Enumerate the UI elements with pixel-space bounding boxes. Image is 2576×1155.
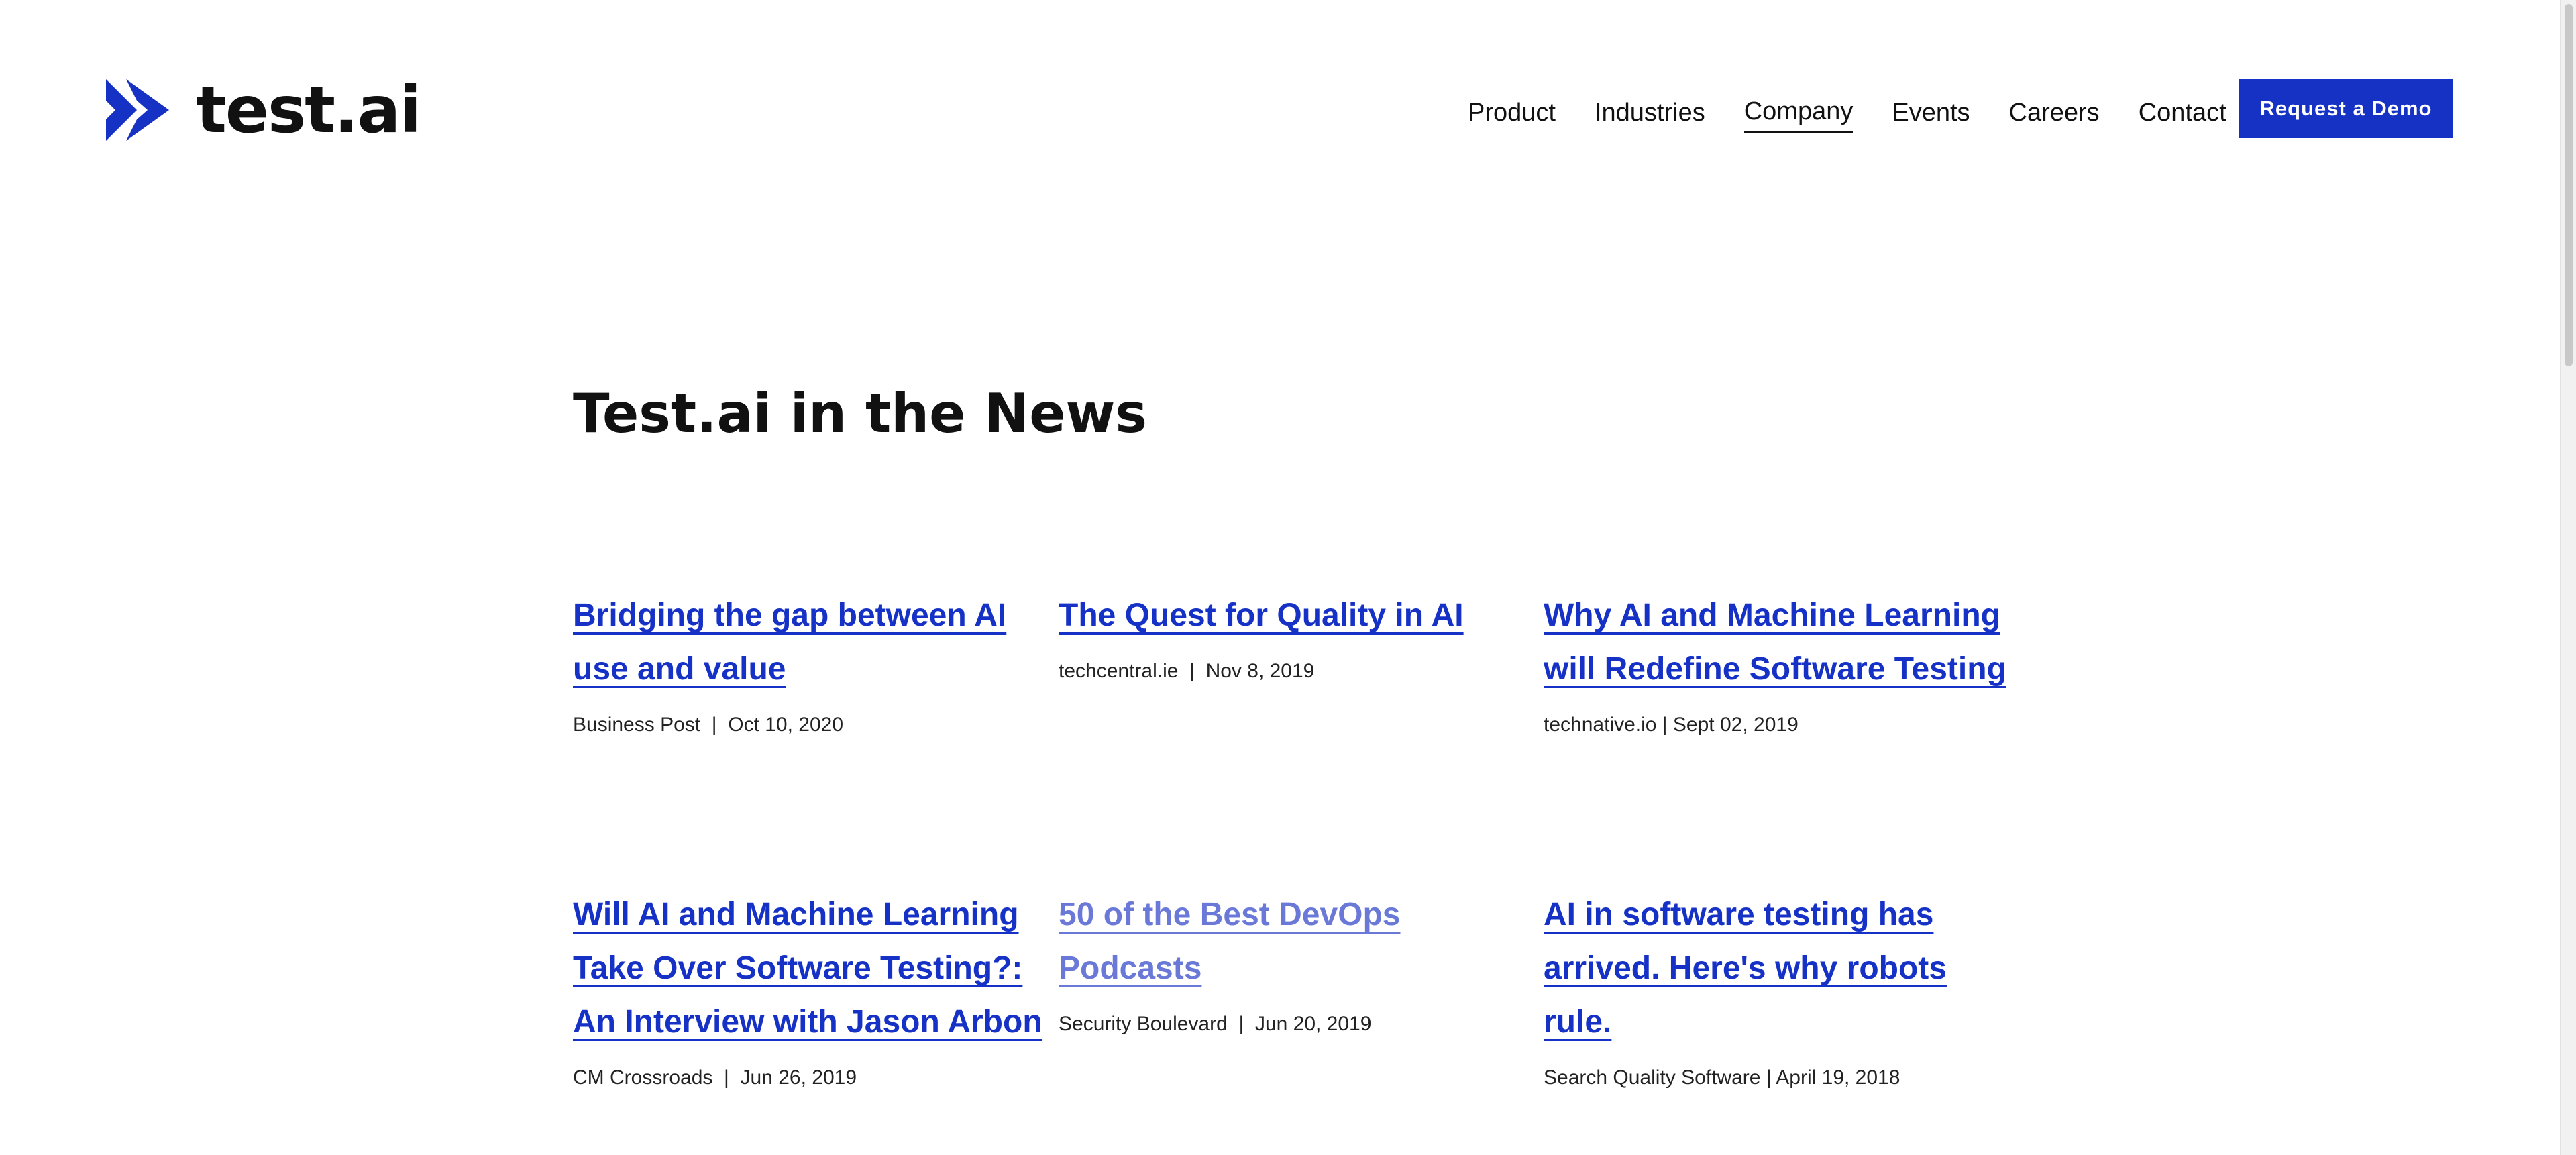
page-title: Test.ai in the News bbox=[573, 382, 1147, 445]
request-demo-button[interactable]: Request a Demo bbox=[2239, 79, 2453, 138]
page: test.ai Product Industries Company Event… bbox=[0, 0, 2560, 1155]
news-article-title: The Quest for Quality in AI bbox=[1059, 598, 1464, 633]
news-article-link[interactable]: Why AI and Machine Learning will Redefin… bbox=[1544, 589, 2013, 696]
news-date: Nov 8, 2019 bbox=[1205, 660, 1315, 682]
news-article-link[interactable]: 50 of the Best DevOps Podcasts bbox=[1059, 888, 1515, 995]
news-date: Jun 26, 2019 bbox=[740, 1066, 857, 1089]
news-date: Jun 20, 2019 bbox=[1254, 1013, 1372, 1035]
news-article-title: Bridging the gap between AI use and valu… bbox=[573, 598, 1007, 687]
news-source: Search Quality Software bbox=[1544, 1066, 1761, 1089]
news-card: Will AI and Machine Learning Take Over S… bbox=[573, 888, 1042, 1089]
news-article-link[interactable]: Will AI and Machine Learning Take Over S… bbox=[573, 888, 1042, 1049]
nav-item-company[interactable]: Company bbox=[1743, 94, 1854, 133]
news-article-link[interactable]: AI in software testing has arrived. Here… bbox=[1544, 888, 2013, 1049]
nav-item-contact[interactable]: Contact bbox=[2139, 95, 2226, 133]
meta-separator: | bbox=[1656, 714, 1673, 736]
news-source: CM Crossroads bbox=[573, 1066, 713, 1089]
news-date: April 19, 2018 bbox=[1776, 1066, 1900, 1089]
meta-separator: | bbox=[700, 714, 729, 736]
news-article-link[interactable]: The Quest for Quality in AI bbox=[1059, 589, 1515, 643]
nav-item-careers[interactable]: Careers bbox=[2009, 95, 2100, 133]
nav-item-events[interactable]: Events bbox=[1892, 95, 1970, 133]
brand-name: test.ai bbox=[196, 72, 421, 148]
news-article-meta: Security Boulevard | Jun 20, 2019 bbox=[1059, 1013, 1515, 1036]
news-article-title: AI in software testing has arrived. Here… bbox=[1544, 897, 1947, 1040]
news-article-meta: technative.io | Sept 02, 2019 bbox=[1544, 714, 2013, 736]
news-date: Sept 02, 2019 bbox=[1672, 714, 1799, 736]
meta-separator: | bbox=[1178, 660, 1206, 682]
news-article-meta: CM Crossroads | Jun 26, 2019 bbox=[573, 1066, 1042, 1089]
news-card: The Quest for Quality in AI techcentral.… bbox=[1059, 589, 1515, 683]
nav-item-industries[interactable]: Industries bbox=[1595, 95, 1705, 133]
site-logo[interactable]: test.ai bbox=[106, 72, 421, 148]
news-article-meta: Search Quality Software | April 19, 2018 bbox=[1544, 1066, 2013, 1089]
news-article-title: 50 of the Best DevOps Podcasts bbox=[1059, 897, 1401, 986]
news-source: technative.io bbox=[1544, 714, 1657, 736]
news-article-link[interactable]: Bridging the gap between AI use and valu… bbox=[573, 589, 1029, 696]
news-date: Oct 10, 2020 bbox=[728, 714, 844, 736]
news-source: Business Post bbox=[573, 714, 701, 736]
nav-item-product[interactable]: Product bbox=[1468, 95, 1556, 133]
scrollbar-thumb[interactable] bbox=[2565, 4, 2573, 366]
vertical-scrollbar[interactable] bbox=[2560, 0, 2576, 1155]
meta-separator: | bbox=[1227, 1013, 1255, 1035]
news-article-meta: techcentral.ie | Nov 8, 2019 bbox=[1059, 660, 1515, 683]
news-source: techcentral.ie bbox=[1059, 660, 1179, 682]
news-card: Bridging the gap between AI use and valu… bbox=[573, 589, 1029, 736]
news-article-meta: Business Post | Oct 10, 2020 bbox=[573, 714, 1029, 736]
news-source: Security Boulevard bbox=[1059, 1013, 1228, 1035]
meta-separator: | bbox=[712, 1066, 741, 1089]
main-nav: Product Industries Company Events Career… bbox=[1468, 94, 2265, 133]
news-article-title: Why AI and Machine Learning will Redefin… bbox=[1544, 598, 2006, 687]
meta-separator: | bbox=[1760, 1066, 1776, 1089]
news-card: AI in software testing has arrived. Here… bbox=[1544, 888, 2013, 1089]
double-chevron-logo-icon bbox=[106, 79, 169, 141]
news-article-title: Will AI and Machine Learning Take Over S… bbox=[573, 897, 1042, 1040]
news-card: Why AI and Machine Learning will Redefin… bbox=[1544, 589, 2013, 736]
news-card: 50 of the Best DevOps Podcasts Security … bbox=[1059, 888, 1515, 1036]
